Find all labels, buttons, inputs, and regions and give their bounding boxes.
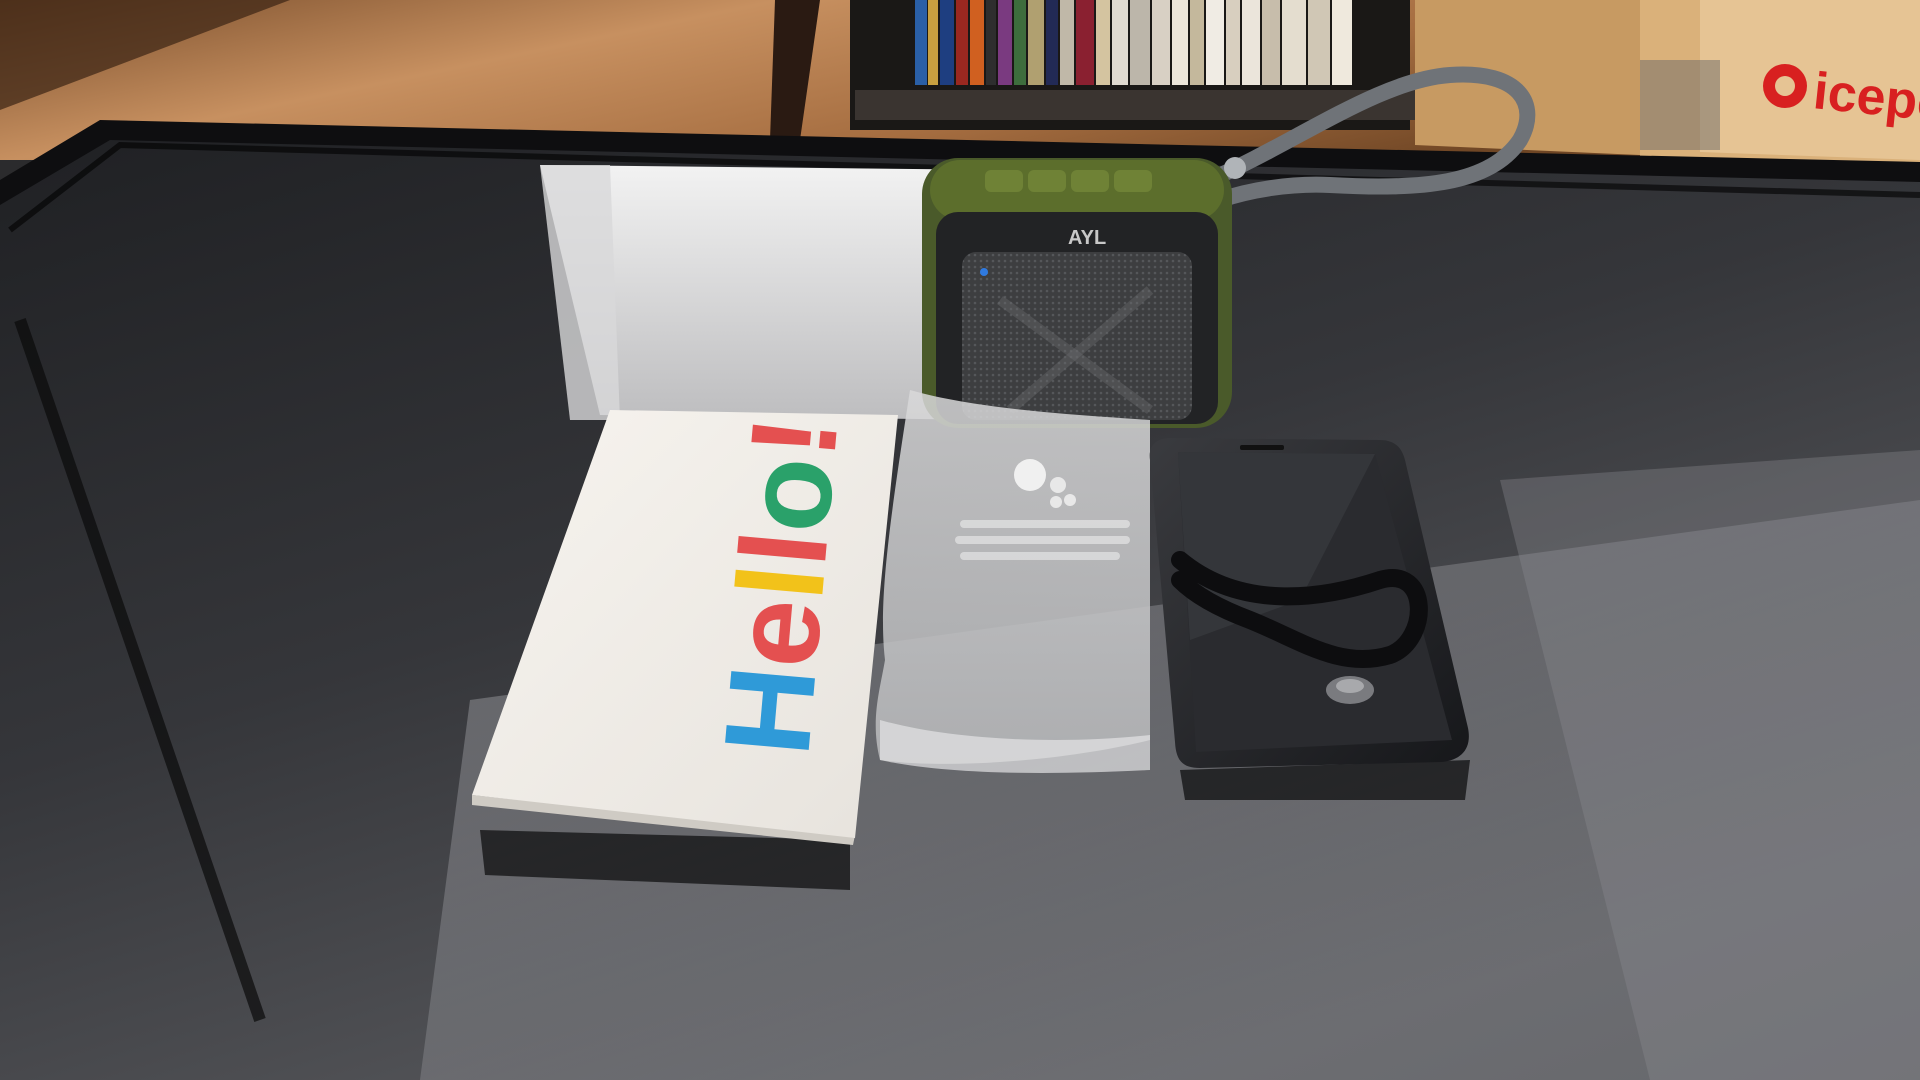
- photo-scene: icepo AYL Hello!: [0, 0, 1920, 1080]
- photo-canvas: icepo AYL Hello!: [0, 0, 1920, 1080]
- books: [915, 0, 1352, 85]
- speaker-vol-up-button: [1071, 170, 1109, 192]
- google-assistant-sleeve: [875, 390, 1150, 773]
- phone-speaker-slot: [1240, 445, 1284, 450]
- hello-letter-e: e: [706, 593, 847, 672]
- speaker-power-button: [985, 170, 1023, 192]
- hello-letter-o: o: [718, 451, 860, 537]
- hello-letter-H: H: [698, 661, 841, 761]
- speaker-brand-text: AYL: [1068, 227, 1106, 249]
- speaker-vol-down-button: [1028, 170, 1066, 192]
- speaker-grille: [962, 252, 1192, 420]
- speaker-play-button: [1114, 170, 1152, 192]
- speaker-led: [980, 268, 988, 276]
